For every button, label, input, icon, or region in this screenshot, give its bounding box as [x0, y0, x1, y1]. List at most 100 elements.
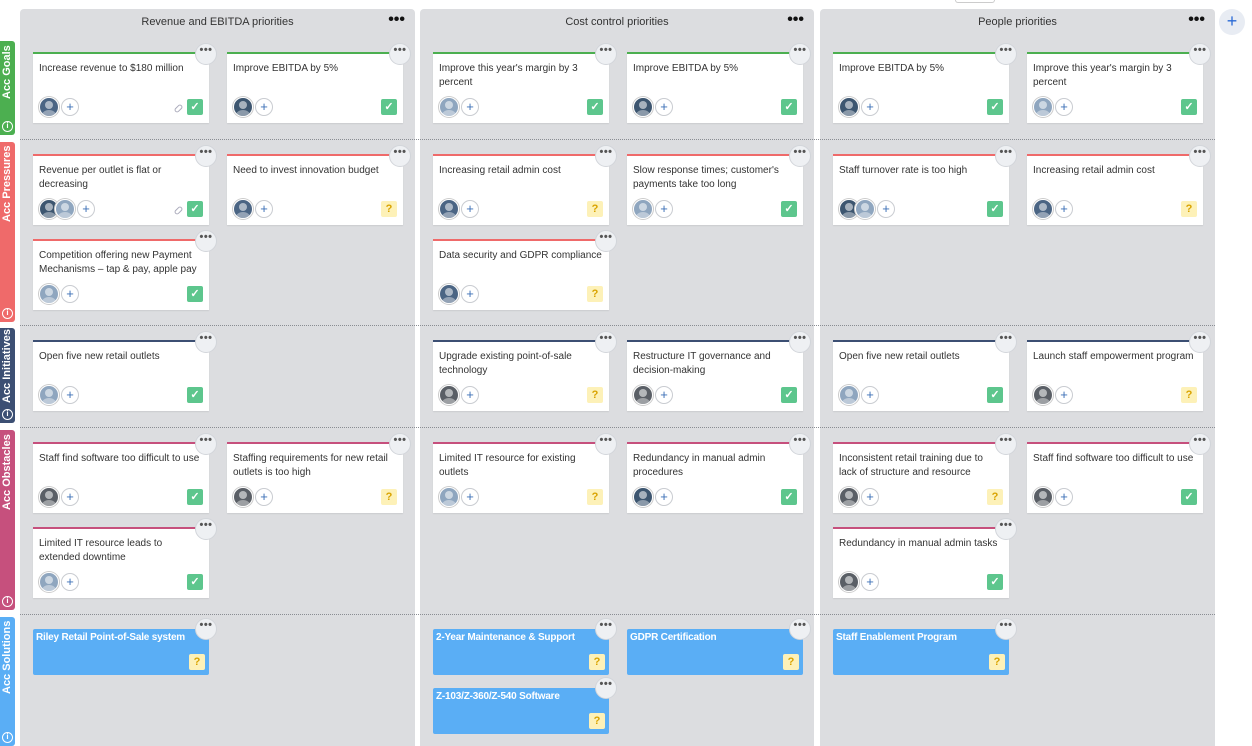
check-icon[interactable]: ✓ — [781, 387, 797, 403]
card-more-button[interactable]: ••• — [995, 331, 1017, 353]
add-member-button[interactable]: + — [1055, 488, 1073, 506]
card-goal[interactable]: Improve EBITDA by 5% + ✓ ••• — [833, 43, 1017, 123]
add-member-button[interactable]: + — [255, 98, 273, 116]
lane-initiatives[interactable]: Acc Initiatives i — [0, 328, 15, 423]
column-menu-button[interactable]: ••• — [1188, 12, 1205, 28]
card-obstacle[interactable]: Staffing requirements for new retail out… — [227, 433, 411, 513]
add-member-button[interactable]: + — [655, 200, 673, 218]
check-icon[interactable]: ✓ — [187, 574, 203, 590]
add-member-button[interactable]: + — [61, 573, 79, 591]
avatar[interactable] — [855, 199, 875, 219]
question-icon[interactable]: ? — [1181, 201, 1197, 217]
question-icon[interactable]: ? — [589, 654, 605, 670]
question-icon[interactable]: ? — [587, 387, 603, 403]
add-member-button[interactable]: + — [1055, 98, 1073, 116]
card-obstacle[interactable]: Redundancy in manual admin procedures + … — [627, 433, 811, 513]
check-icon[interactable]: ✓ — [987, 201, 1003, 217]
check-icon[interactable]: ✓ — [1181, 99, 1197, 115]
avatar[interactable] — [839, 487, 859, 507]
card-obstacle[interactable]: Staff find software too difficult to use… — [1027, 433, 1211, 513]
card-pressure[interactable]: Competition offering new Payment Mechani… — [33, 230, 217, 310]
add-member-button[interactable]: + — [1055, 200, 1073, 218]
question-icon[interactable]: ? — [189, 654, 205, 670]
card-initiative[interactable]: Launch staff empowerment program + ? ••• — [1027, 331, 1211, 411]
card-obstacle[interactable]: Limited IT resource for existing outlets… — [433, 433, 617, 513]
add-member-button[interactable]: + — [61, 488, 79, 506]
avatar[interactable] — [1033, 97, 1053, 117]
question-icon[interactable]: ? — [381, 201, 397, 217]
card-more-button[interactable]: ••• — [995, 145, 1017, 167]
card-more-button[interactable]: ••• — [995, 43, 1017, 65]
check-icon[interactable]: ✓ — [1181, 489, 1197, 505]
avatar[interactable] — [1033, 487, 1053, 507]
card-more-button[interactable]: ••• — [789, 618, 811, 640]
avatar[interactable] — [439, 487, 459, 507]
avatar[interactable] — [839, 572, 859, 592]
column-menu-button[interactable]: ••• — [787, 12, 804, 28]
question-icon[interactable]: ? — [587, 286, 603, 302]
avatar[interactable] — [39, 97, 59, 117]
avatar[interactable] — [633, 385, 653, 405]
add-member-button[interactable]: + — [655, 98, 673, 116]
card-goal[interactable]: Improve this year's margin by 3 percent … — [1027, 43, 1211, 123]
question-icon[interactable]: ? — [783, 654, 799, 670]
card-more-button[interactable]: ••• — [995, 618, 1017, 640]
lane-pressures[interactable]: Acc Pressures i — [0, 142, 15, 322]
card-more-button[interactable]: ••• — [595, 677, 617, 699]
card-more-button[interactable]: ••• — [595, 331, 617, 353]
add-member-button[interactable]: + — [861, 488, 879, 506]
add-member-button[interactable]: + — [255, 200, 273, 218]
card-initiative[interactable]: Restructure IT governance and decision-m… — [627, 331, 811, 411]
avatar[interactable] — [633, 199, 653, 219]
card-more-button[interactable]: ••• — [195, 43, 217, 65]
question-icon[interactable]: ? — [1181, 387, 1197, 403]
info-icon[interactable]: i — [2, 409, 13, 420]
add-member-button[interactable]: + — [861, 573, 879, 591]
avatar[interactable] — [233, 199, 253, 219]
check-icon[interactable]: ✓ — [781, 99, 797, 115]
card-solution[interactable]: 2-Year Maintenance & Support ? ••• — [433, 618, 617, 675]
check-icon[interactable]: ✓ — [187, 489, 203, 505]
card-more-button[interactable]: ••• — [1189, 43, 1211, 65]
avatar[interactable] — [39, 385, 59, 405]
avatar[interactable] — [439, 284, 459, 304]
add-member-button[interactable]: + — [861, 386, 879, 404]
add-member-button[interactable]: + — [461, 386, 479, 404]
card-more-button[interactable]: ••• — [195, 433, 217, 455]
avatar[interactable] — [439, 385, 459, 405]
card-solution[interactable]: Riley Retail Point-of-Sale system ? ••• — [33, 618, 217, 675]
scroll-handle[interactable] — [955, 0, 995, 3]
card-solution[interactable]: GDPR Certification ? ••• — [627, 618, 811, 675]
avatar[interactable] — [39, 284, 59, 304]
card-more-button[interactable]: ••• — [195, 145, 217, 167]
question-icon[interactable]: ? — [587, 489, 603, 505]
card-obstacle[interactable]: Limited IT resource leads to extended do… — [33, 518, 217, 598]
lane-solutions[interactable]: Acc Solutions i — [0, 617, 15, 746]
add-member-button[interactable]: + — [77, 200, 95, 218]
check-icon[interactable]: ✓ — [587, 99, 603, 115]
card-initiative[interactable]: Open five new retail outlets + ✓ ••• — [33, 331, 217, 411]
avatar[interactable] — [633, 487, 653, 507]
add-member-button[interactable]: + — [655, 386, 673, 404]
add-member-button[interactable]: + — [861, 98, 879, 116]
add-member-button[interactable]: + — [655, 488, 673, 506]
card-more-button[interactable]: ••• — [595, 145, 617, 167]
card-pressure[interactable]: Staff turnover rate is too high + ✓ ••• — [833, 145, 1017, 225]
check-icon[interactable]: ✓ — [987, 387, 1003, 403]
check-icon[interactable]: ✓ — [987, 99, 1003, 115]
add-member-button[interactable]: + — [1055, 386, 1073, 404]
question-icon[interactable]: ? — [587, 201, 603, 217]
add-member-button[interactable]: + — [255, 488, 273, 506]
avatar[interactable] — [633, 97, 653, 117]
avatar[interactable] — [233, 97, 253, 117]
card-solution[interactable]: Staff Enablement Program ? ••• — [833, 618, 1017, 675]
card-more-button[interactable]: ••• — [389, 145, 411, 167]
check-icon[interactable]: ✓ — [187, 99, 203, 115]
check-icon[interactable]: ✓ — [187, 286, 203, 302]
card-more-button[interactable]: ••• — [595, 230, 617, 252]
check-icon[interactable]: ✓ — [381, 99, 397, 115]
card-more-button[interactable]: ••• — [1189, 433, 1211, 455]
avatar[interactable] — [839, 97, 859, 117]
card-more-button[interactable]: ••• — [389, 43, 411, 65]
card-more-button[interactable]: ••• — [595, 43, 617, 65]
